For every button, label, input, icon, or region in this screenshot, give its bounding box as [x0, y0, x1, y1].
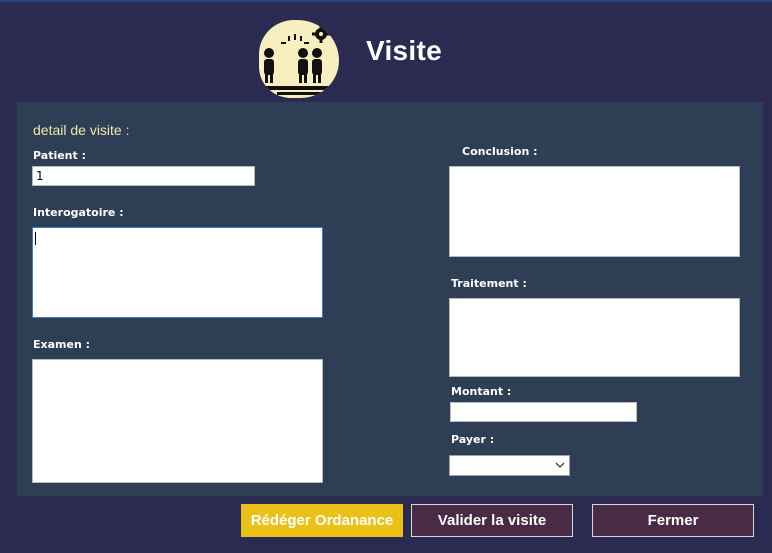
- montant-input[interactable]: [450, 402, 637, 422]
- interogatoire-textarea[interactable]: [32, 227, 323, 318]
- fermer-button[interactable]: Fermer: [592, 504, 754, 537]
- examen-textarea[interactable]: [32, 359, 323, 483]
- patient-label: Patient :: [33, 149, 86, 162]
- section-title: detail de visite :: [33, 122, 130, 138]
- group-people-icon: [259, 20, 339, 98]
- montant-label: Montant :: [451, 385, 512, 398]
- conclusion-label: Conclusion :: [462, 145, 538, 158]
- payer-label: Payer :: [451, 433, 495, 446]
- examen-label: Examen :: [33, 338, 91, 351]
- text-caret: [35, 232, 36, 245]
- payer-dropdown[interactable]: [449, 455, 570, 476]
- traitement-textarea[interactable]: [449, 298, 740, 377]
- interogatoire-label: Interogatoire :: [33, 206, 124, 219]
- traitement-label: Traitement :: [451, 277, 527, 290]
- page-title: Visite: [366, 35, 442, 66]
- chevron-down-icon: [555, 458, 565, 475]
- conclusion-textarea[interactable]: [449, 166, 740, 257]
- patient-input[interactable]: [32, 166, 255, 186]
- valider-visite-button[interactable]: Valider la visite: [411, 504, 573, 537]
- rediger-ordonnance-button[interactable]: Rédéger Ordanance: [241, 504, 403, 537]
